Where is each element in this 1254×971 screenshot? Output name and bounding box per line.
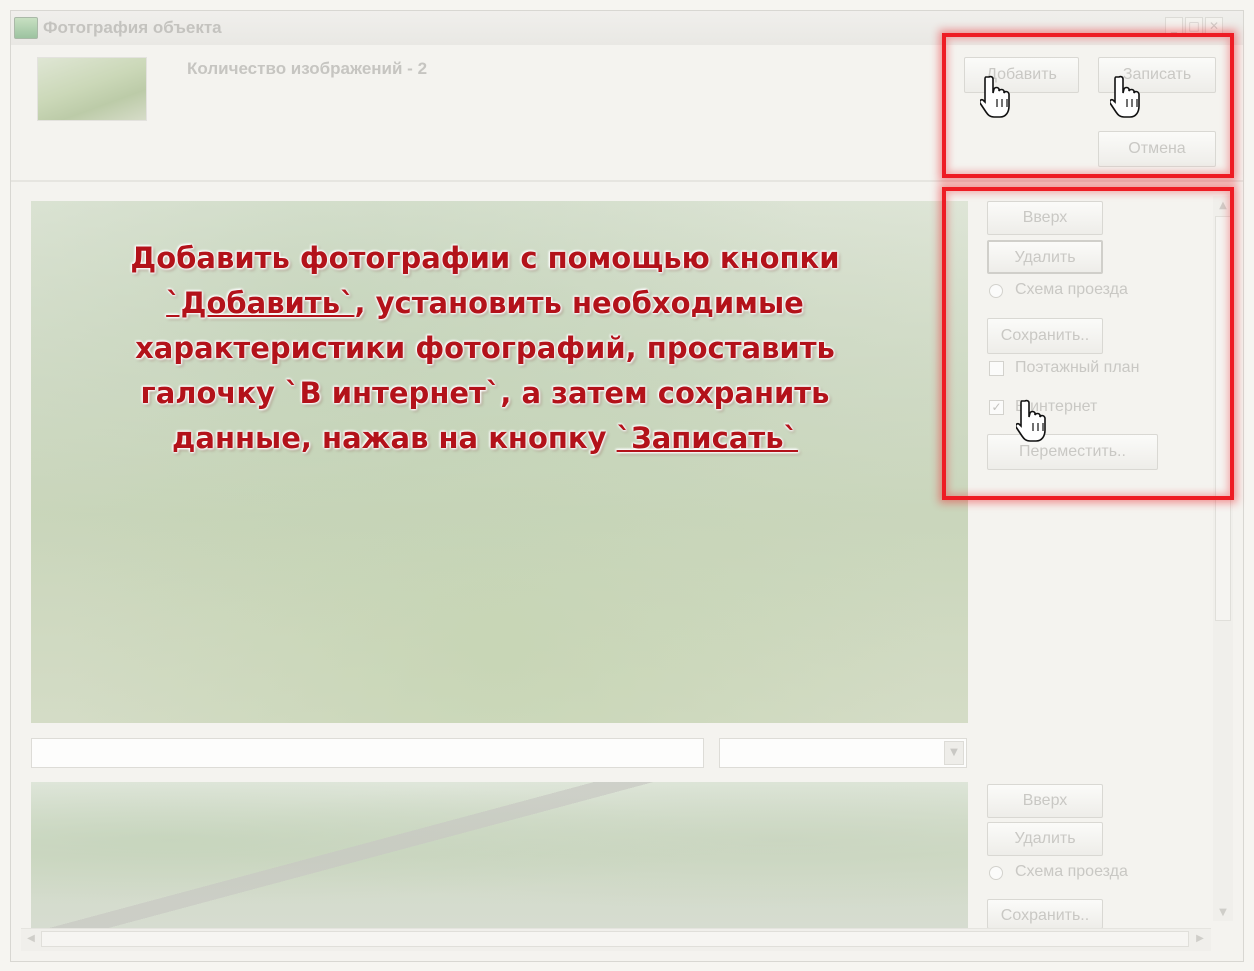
instruction-line-4: галочку `В интернет`, а затем сохранить [140, 376, 830, 410]
hand-pointer-icon [980, 75, 1010, 118]
chevron-down-icon[interactable]: ▼ [944, 741, 964, 765]
instruction-save-ref: `Записать` [616, 421, 799, 455]
hand-pointer-icon [1016, 399, 1046, 442]
instruction-line-2-rest: , установить необходимые [354, 286, 804, 320]
up-button-2[interactable]: Вверх [987, 784, 1103, 818]
photo-preview-2[interactable] [31, 782, 968, 928]
hand-pointer-icon [1110, 75, 1140, 118]
save-as-button-2[interactable]: Сохранить.. [987, 899, 1103, 929]
instruction-text: Добавить фотографии с помощью кнопки `До… [80, 236, 890, 461]
delete-button-2[interactable]: Удалить [987, 822, 1103, 856]
instruction-add-ref: `Добавить` [166, 286, 355, 320]
highlight-photo-controls [942, 187, 1234, 500]
instruction-line-1: Добавить фотографии с помощью кнопки [130, 241, 840, 275]
route-scheme-label-2: Схема проезда [1015, 863, 1128, 880]
route-scheme-radio-2[interactable] [989, 866, 1003, 880]
scroll-down-arrow-icon[interactable]: ▼ [1214, 904, 1232, 922]
window-title: Фотография объекта [43, 18, 222, 37]
horizontal-scroll-thumb[interactable] [41, 931, 1189, 947]
photo-description-input[interactable] [31, 738, 704, 768]
image-count-label: Количество изображений - 2 [187, 59, 428, 78]
instruction-line-5: данные, нажав на кнопку `Записать` [80, 416, 890, 461]
scroll-left-arrow-icon[interactable]: ◀ [22, 930, 40, 948]
photo-type-select[interactable]: ▼ [719, 738, 967, 768]
scroll-right-arrow-icon[interactable]: ▶ [1191, 930, 1209, 948]
app-photo-icon [14, 17, 38, 39]
photo-thumbnail[interactable] [37, 57, 147, 121]
instruction-line-3: характеристики фотографий, проставить [135, 331, 835, 365]
instruction-line-5-start: данные, нажав на кнопку [171, 421, 617, 455]
instruction-line-2: `Добавить`, установить необходимые [80, 281, 890, 326]
